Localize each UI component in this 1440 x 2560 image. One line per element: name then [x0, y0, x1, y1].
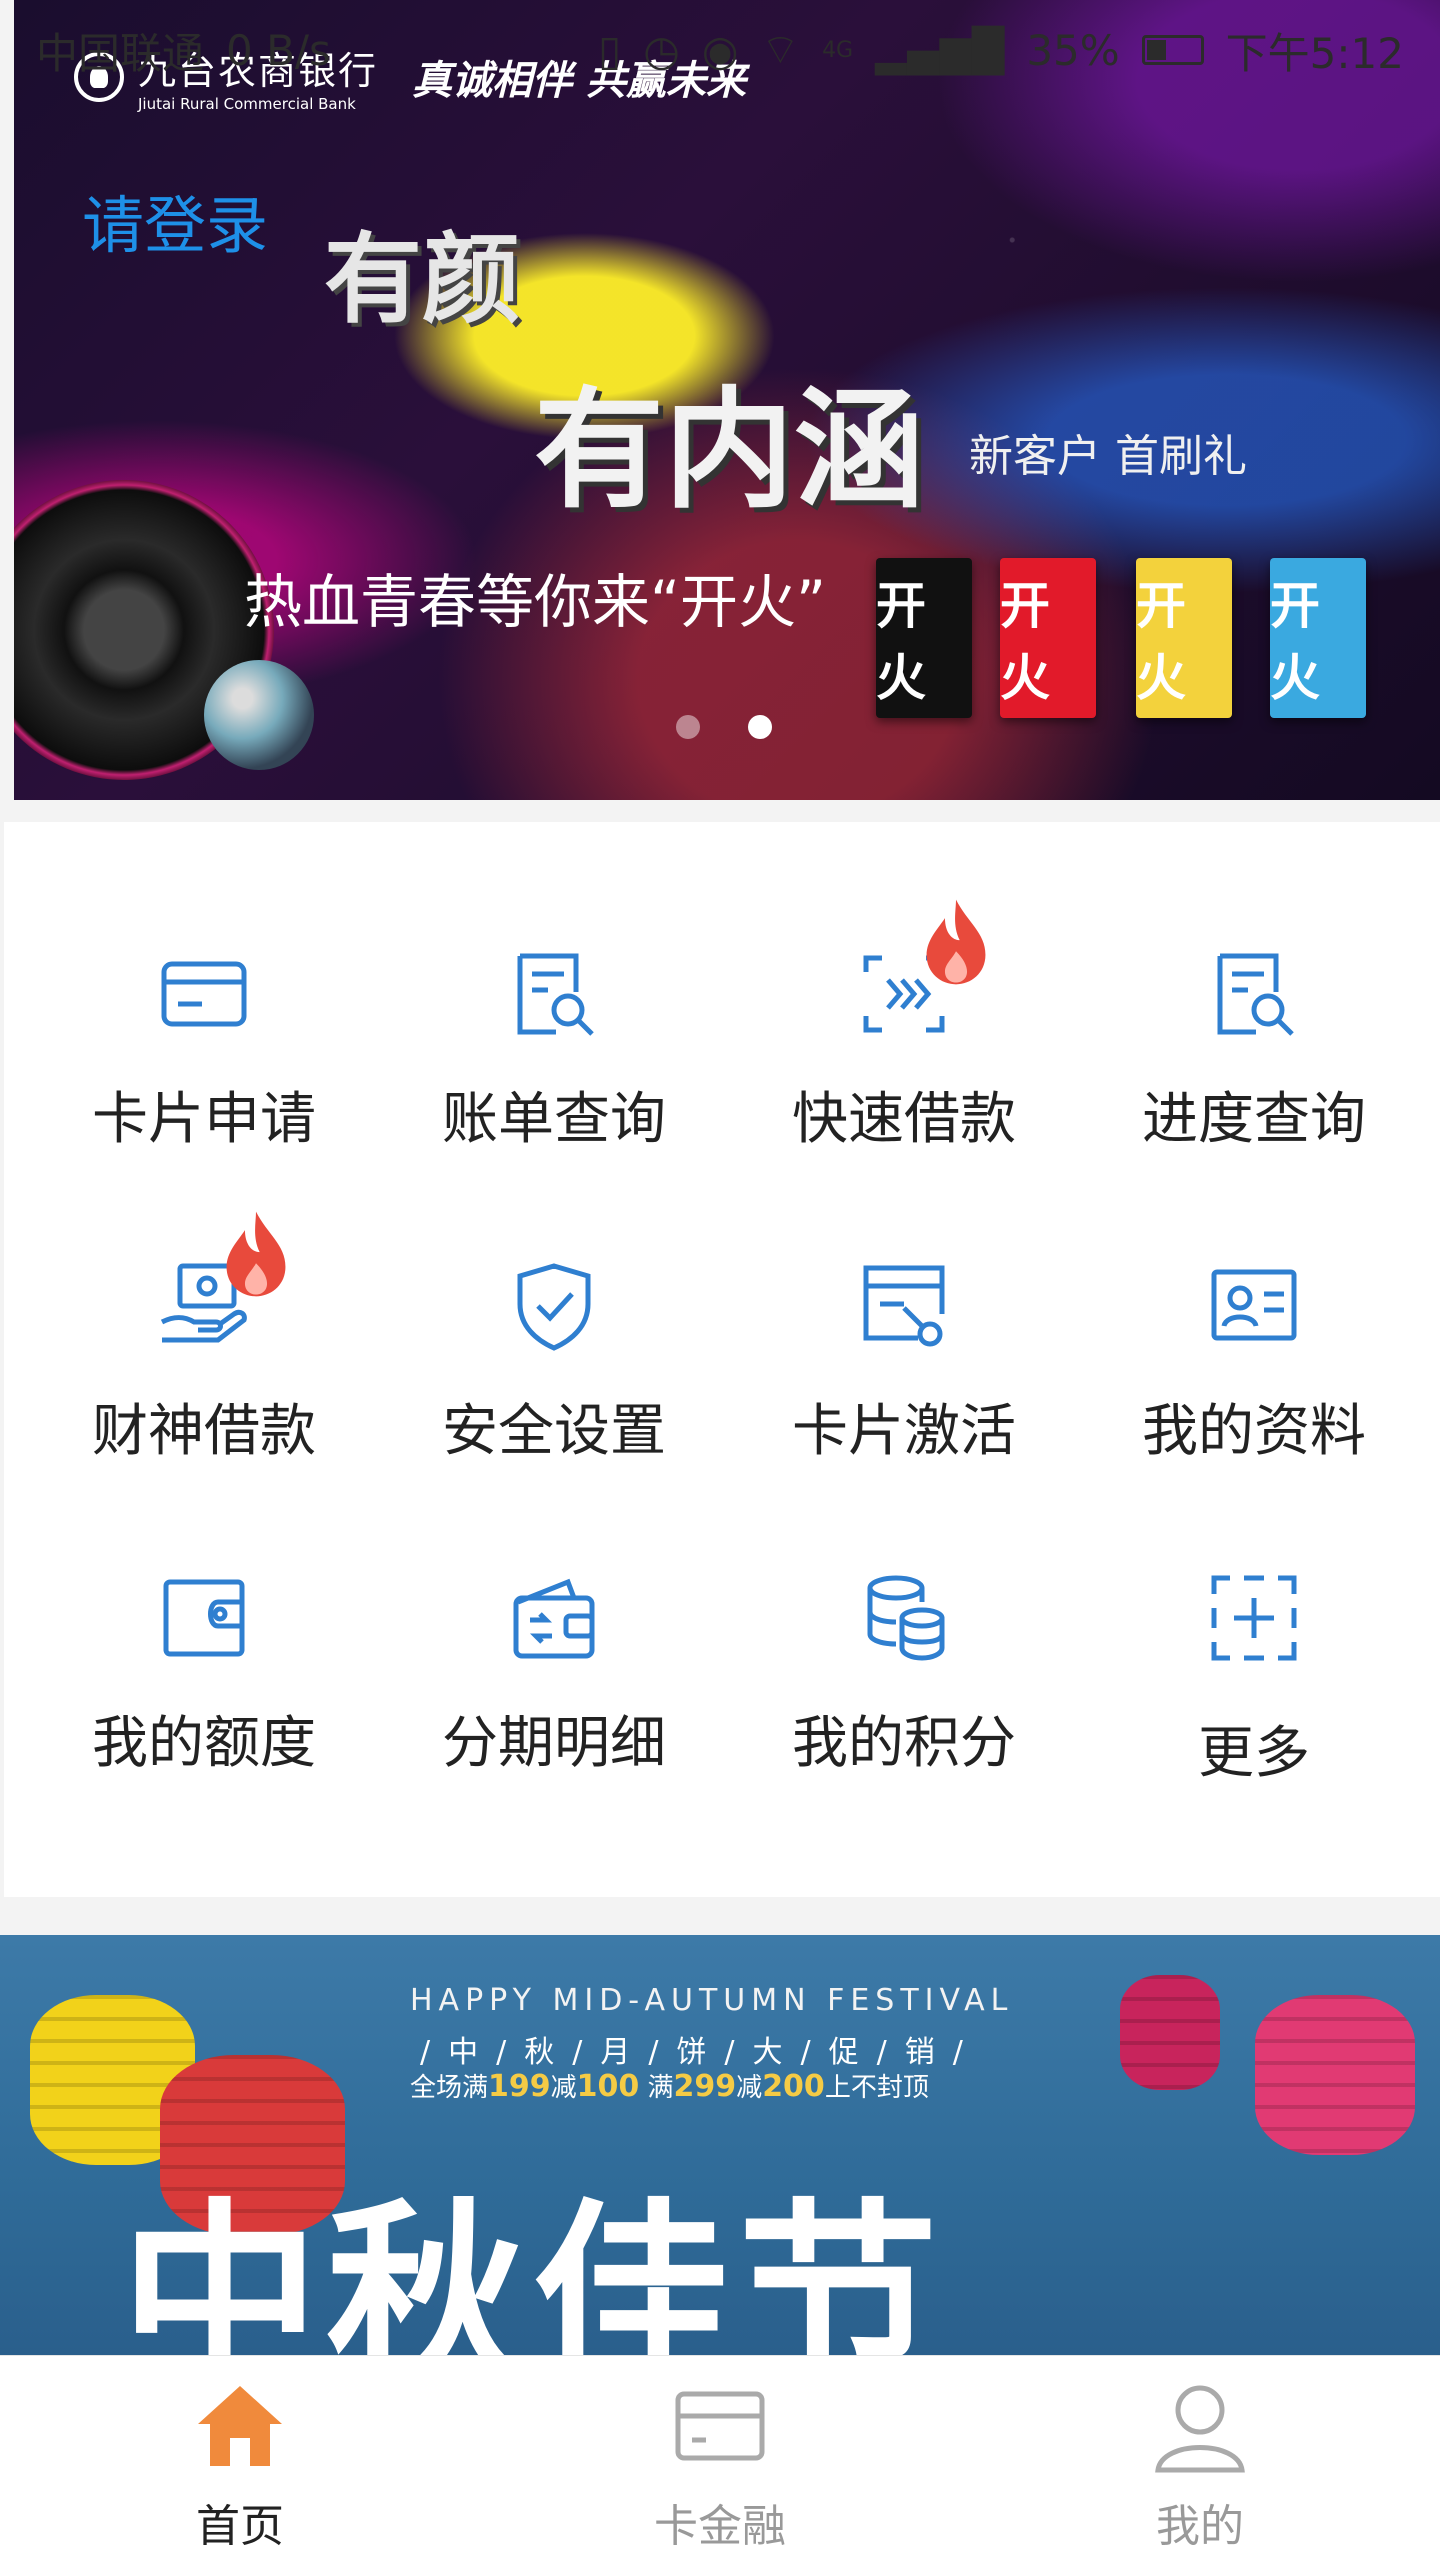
promo-card-blue: 开火 — [1270, 558, 1366, 718]
signal-icon: ▂▄▆█ — [875, 25, 1005, 75]
menu-item-installment-detail[interactable]: 分期明细 — [404, 1534, 704, 1794]
menu-label: 我的资料 — [1142, 1399, 1366, 1464]
battery-icon — [1141, 35, 1204, 65]
promo-offer-text: 减 — [550, 2073, 577, 2103]
promo-offer-text: 全场满 — [410, 2073, 489, 2103]
clock: 下午5:12 — [1225, 28, 1404, 78]
menu-label: 进度查询 — [1142, 1087, 1366, 1152]
promo-offer-text: 减 — [736, 2073, 763, 2103]
wifi-icon: ⌔ — [760, 24, 801, 74]
hero-title-line2: 有内涵 — [534, 374, 925, 526]
profile-card-icon — [1208, 1260, 1300, 1352]
progress-search-icon — [1208, 948, 1300, 1040]
menu-label: 卡片激活 — [792, 1399, 1016, 1464]
carousel-indicator — [676, 715, 772, 739]
promo-card-red: 开火 — [1000, 558, 1096, 718]
hero-title-line1: 有颜 — [324, 223, 521, 337]
alarm-icon: ◷ — [643, 25, 680, 75]
promo-headline-en: HAPPY MID-AUTUMN FESTIVAL — [410, 1983, 1014, 2018]
menu-item-security-settings[interactable]: 安全设置 — [404, 1222, 704, 1482]
carousel-dot[interactable] — [676, 715, 700, 739]
nav-label: 卡金融 — [654, 2501, 786, 2552]
menu-label: 账单查询 — [442, 1087, 666, 1152]
hero-banner[interactable]: 九台农商银行 Jiutai Rural Commercial Bank 真诚相伴… — [14, 0, 1440, 800]
menu-item-my-limit[interactable]: 我的额度 — [54, 1534, 354, 1794]
nav-tab-card-finance[interactable]: 卡金融 — [480, 2356, 960, 2560]
menu-label: 卡片申请 — [92, 1087, 316, 1152]
installment-wallet-icon — [508, 1572, 600, 1664]
menu-item-more[interactable]: 更多 — [1104, 1534, 1404, 1794]
home-icon — [198, 2386, 282, 2466]
menu-label: 安全设置 — [442, 1399, 666, 1464]
quick-loan-icon — [858, 899, 986, 1040]
battery-percent: 35% — [1026, 25, 1120, 75]
login-link[interactable]: 请登录 — [82, 175, 268, 265]
hero-subtitle: 新客户 首刷礼 — [969, 431, 1247, 482]
status-bar: 中国联通 0 B/s ▯ ◷ ◉ ⌔ 4G ▂▄▆█ 35% 下午5:12 — [0, 0, 1440, 100]
bottom-nav: 首页 卡金融 我的 — [0, 2355, 1440, 2560]
bill-search-icon — [508, 948, 600, 1040]
menu-label: 更多 — [1198, 1721, 1310, 1786]
menu-item-quick-loan[interactable]: 快速借款 — [754, 899, 1054, 1170]
disco-ball-graphic — [204, 660, 314, 770]
menu-item-fortune-loan[interactable]: 财神借款 — [54, 1211, 354, 1482]
hero-tagline: 热血青春等你来“开火” — [244, 568, 827, 636]
promo-amount: 200 — [762, 2069, 825, 2104]
menu-label: 快速借款 — [792, 1087, 1016, 1152]
nav-label: 首页 — [196, 2501, 284, 2552]
lantern-graphic — [1120, 1975, 1220, 2090]
promo-title: 中秋佳节 — [120, 2180, 945, 2355]
promo-card-yellow: 开火 — [1136, 558, 1232, 718]
nav-tab-mine[interactable]: 我的 — [960, 2356, 1440, 2560]
card-text: 开火 — [1000, 577, 1050, 707]
promo-amount: 199 — [488, 2069, 551, 2104]
nav-label: 我的 — [1156, 2501, 1244, 2552]
network-type: 4G — [822, 37, 854, 63]
network-speed: 0 B/s — [226, 25, 331, 75]
more-plus-icon — [1208, 1572, 1300, 1664]
vibrate-icon: ▯ — [598, 25, 622, 75]
coins-icon — [858, 1572, 950, 1664]
promo-offer: 全场满199减100 满299减200上不封顶 — [410, 2067, 929, 2104]
hot-fire-icon — [926, 899, 986, 985]
eye-icon: ◉ — [701, 25, 739, 75]
menu-label: 财神借款 — [92, 1399, 316, 1464]
hand-money-icon — [158, 1211, 286, 1352]
promo-offer-text: 满 — [639, 2073, 674, 2103]
menu-label: 我的额度 — [92, 1711, 316, 1776]
hot-fire-icon — [226, 1211, 286, 1297]
service-menu: 卡片申请 账单查询 快速借款 进度查询 财神借款 安全设置 卡片激活 我的资料 … — [4, 822, 1440, 1897]
menu-item-card-apply[interactable]: 卡片申请 — [54, 910, 354, 1170]
card-text: 开火 — [1270, 577, 1320, 707]
promo-subline: /中/秋/月/饼/大/促/销/ — [420, 2035, 981, 2070]
menu-item-my-points[interactable]: 我的积分 — [754, 1534, 1054, 1794]
wallet-icon — [158, 1572, 250, 1664]
carousel-dot-active[interactable] — [748, 715, 772, 739]
promo-amount: 299 — [673, 2069, 737, 2104]
menu-item-progress-search[interactable]: 进度查询 — [1104, 910, 1404, 1170]
menu-label: 我的积分 — [792, 1711, 1016, 1776]
promo-offer-text: 上不封顶 — [824, 2073, 929, 2103]
card-icon — [675, 2391, 765, 2461]
menu-item-bill-search[interactable]: 账单查询 — [404, 910, 704, 1170]
user-icon — [1155, 2385, 1245, 2473]
promo-card-black: 开火 — [876, 558, 972, 718]
card-activate-icon — [858, 1260, 950, 1352]
promo-amount: 100 — [576, 2069, 640, 2104]
lantern-graphic — [1255, 1995, 1415, 2155]
shield-check-icon — [508, 1260, 600, 1352]
menu-item-my-profile[interactable]: 我的资料 — [1104, 1222, 1404, 1482]
menu-item-card-activate[interactable]: 卡片激活 — [754, 1222, 1054, 1482]
card-icon — [158, 948, 250, 1040]
promo-banner[interactable]: HAPPY MID-AUTUMN FESTIVAL /中/秋/月/饼/大/促/销… — [0, 1935, 1440, 2355]
menu-label: 分期明细 — [442, 1711, 666, 1776]
nav-tab-home[interactable]: 首页 — [0, 2356, 480, 2560]
card-text: 开火 — [1136, 577, 1186, 707]
card-text: 开火 — [876, 577, 926, 707]
carrier-name: 中国联通 — [36, 28, 205, 78]
